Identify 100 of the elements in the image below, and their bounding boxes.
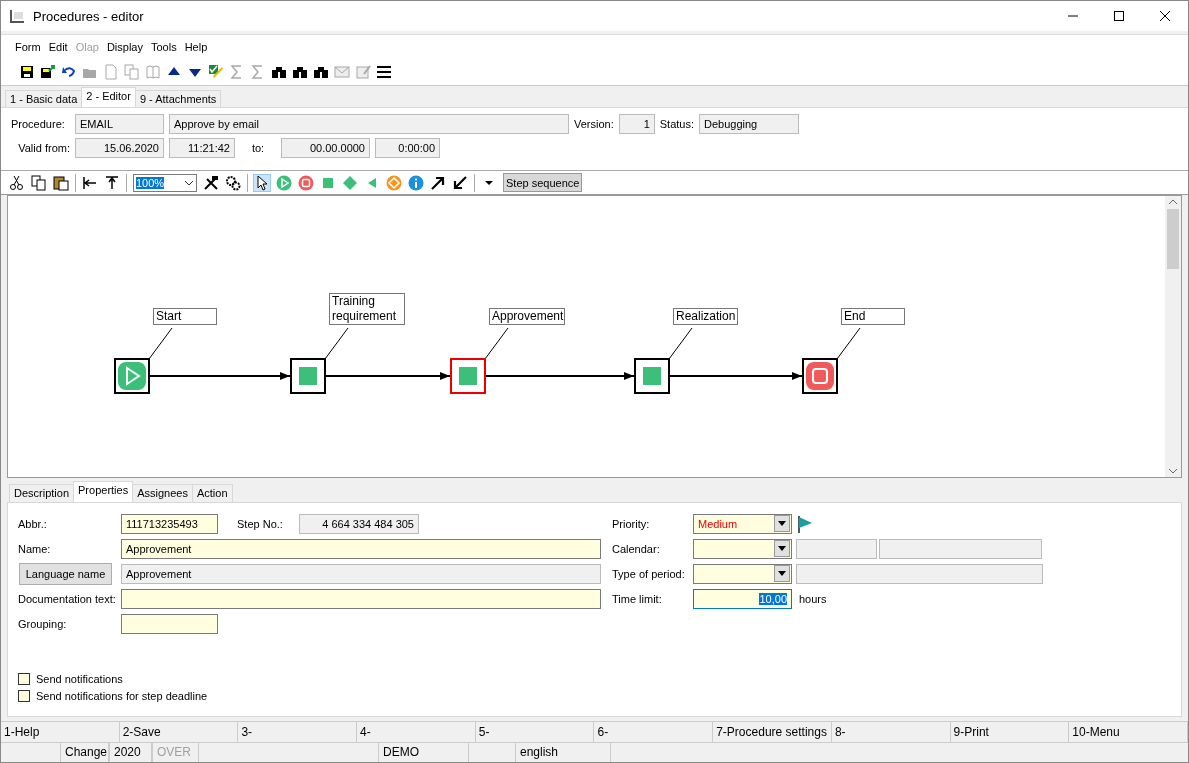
status-cell: DEMO: [379, 743, 469, 762]
function-key[interactable]: 7-Procedure settings: [713, 722, 832, 743]
menu-item[interactable]: Edit: [44, 39, 72, 59]
type-of-period-dropdown[interactable]: [693, 563, 792, 584]
grouping-field[interactable]: [121, 613, 218, 634]
status-cell: OVER: [153, 743, 199, 762]
window-title: Procedures - editor: [33, 8, 145, 24]
priority-label: Priority:: [612, 517, 651, 530]
tools-icon[interactable]: [203, 174, 219, 191]
language-name-button[interactable]: Language name: [19, 562, 112, 585]
abbr-field[interactable]: 111713235493: [121, 513, 218, 534]
calendar-label: Calendar:: [612, 542, 661, 555]
end-node[interactable]: [802, 358, 838, 395]
check-icon[interactable]: [208, 63, 224, 80]
maximize-icon: [1113, 10, 1125, 22]
dropdown-arrow-icon: [778, 571, 786, 577]
valid-from-label: Valid from:: [17, 142, 70, 155]
function-key[interactable]: 1-Help: [1, 722, 120, 743]
to-time-field: 0:00:00: [375, 138, 440, 159]
square-icon: [459, 367, 477, 386]
align-left-icon[interactable]: [82, 174, 98, 191]
tab[interactable]: Description: [9, 484, 75, 502]
stop-icon[interactable]: [298, 174, 314, 191]
function-key[interactable]: 10-Menu: [1069, 722, 1188, 743]
paste-icon[interactable]: [53, 174, 69, 191]
leader-line: [836, 327, 861, 360]
cut-icon[interactable]: [9, 174, 25, 191]
documentation-field[interactable]: [121, 588, 601, 609]
checkbox-label: Send notifications: [36, 672, 123, 685]
function-key[interactable]: 2-Save: [119, 722, 239, 743]
tab[interactable]: Action: [191, 484, 233, 502]
leader-line: [484, 327, 509, 360]
start-node[interactable]: [114, 358, 150, 395]
type-of-period-label: Type of period:: [612, 567, 686, 580]
zoom-dropdown[interactable]: 100%: [133, 173, 197, 192]
function-key[interactable]: 4-: [357, 722, 476, 743]
step-sequence-button[interactable]: Step sequence: [503, 173, 583, 192]
copy-icon[interactable]: [31, 174, 47, 191]
leader-line: [148, 327, 173, 360]
checkbox[interactable]: [18, 689, 30, 702]
calendar-dropdown[interactable]: [693, 538, 792, 559]
function-key[interactable]: 3-: [238, 722, 358, 743]
step-label: Training requirement: [329, 293, 405, 326]
checkbox-label: Send notifications for step deadline: [36, 689, 208, 702]
step-no-field: 4 664 334 484 305: [299, 513, 419, 534]
leader-line: [668, 327, 693, 360]
name-field[interactable]: Approvement: [121, 538, 601, 559]
grouping-label: Grouping:: [18, 617, 68, 630]
scrollbar[interactable]: [1165, 196, 1181, 478]
arrow-down-left-icon[interactable]: [452, 174, 468, 191]
version-field: 1: [618, 114, 655, 135]
step-node[interactable]: [290, 358, 326, 395]
to-label: to:: [250, 142, 266, 155]
scroll-up-icon[interactable]: [1168, 199, 1178, 206]
documentation-label: Documentation text:: [18, 592, 116, 605]
time-limit-field[interactable]: 10,00: [693, 588, 792, 609]
menu-icon[interactable]: [376, 63, 392, 80]
scrollbar-thumb[interactable]: [1167, 209, 1179, 270]
square-icon: [643, 367, 661, 386]
status-cell: Change: [61, 743, 109, 762]
function-key[interactable]: 9-Print: [950, 722, 1070, 743]
step-label: End: [841, 308, 905, 326]
priority-dropdown[interactable]: Medium: [693, 513, 792, 534]
valid-from-date-field: 15.06.2020: [75, 138, 164, 159]
tab[interactable]: 9 - Attachments: [134, 89, 222, 108]
arrow-up-right-icon[interactable]: [430, 174, 446, 191]
scroll-down-icon[interactable]: [1168, 468, 1178, 475]
time-unit-label: hours: [799, 592, 827, 605]
step-node[interactable]: [634, 358, 670, 395]
step-no-label: Step No.:: [237, 517, 284, 530]
menu-item[interactable]: Tools: [146, 39, 181, 59]
time-limit-label: Time limit:: [612, 592, 663, 605]
version-label: Version:: [574, 118, 614, 131]
tab[interactable]: 1 - Basic data: [5, 89, 83, 108]
language-name-field: Approvement: [121, 563, 601, 584]
procedure-code-field: EMAIL: [75, 114, 164, 135]
abbr-label: Abbr.:: [18, 517, 48, 530]
leader-line: [324, 327, 349, 360]
status-cell: 2020: [110, 743, 152, 762]
app-logo-icon: [9, 8, 25, 24]
to-date-field: 00.00.0000: [281, 138, 370, 159]
pointer-icon[interactable]: [254, 174, 270, 191]
tab[interactable]: 2 - Editor: [81, 86, 136, 108]
menu-item[interactable]: Display: [102, 39, 147, 59]
menu-item[interactable]: Help: [180, 39, 212, 59]
floppy-arrow-icon[interactable]: [40, 63, 56, 80]
close-icon: [1159, 10, 1171, 22]
tab[interactable]: Properties: [73, 481, 134, 502]
dropdown-arrow-icon: [778, 521, 786, 527]
function-key[interactable]: 6-: [594, 722, 714, 743]
function-key[interactable]: 8-: [831, 722, 951, 743]
step-node[interactable]: [450, 358, 486, 395]
checkbox[interactable]: [18, 672, 30, 685]
status-label: Status:: [659, 118, 694, 131]
info-icon[interactable]: [408, 174, 424, 191]
menu-item[interactable]: Form: [11, 39, 45, 59]
align-top-icon[interactable]: [104, 174, 120, 191]
tab[interactable]: Assignees: [132, 484, 193, 502]
function-key[interactable]: 5-: [475, 722, 595, 743]
step-label: Realization: [673, 308, 739, 326]
